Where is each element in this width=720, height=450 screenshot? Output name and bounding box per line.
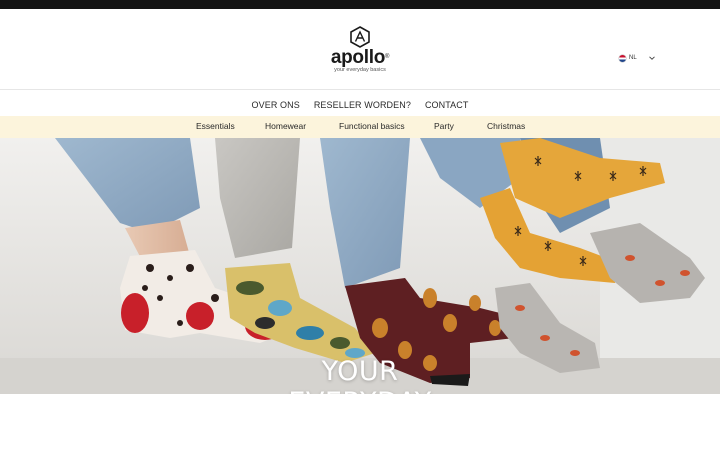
top-bar: [0, 0, 720, 9]
site-header: apollo® your everyday basics NL: [0, 9, 720, 90]
category-essentials[interactable]: Essentials: [196, 121, 235, 131]
category-navigation: Essentials Homewear Functional basics Pa…: [0, 116, 720, 138]
language-selector[interactable]: NL: [619, 52, 656, 64]
category-functional-basics[interactable]: Functional basics: [339, 121, 405, 131]
hero-title: YOUR EVERYDAY BASICS: [288, 356, 431, 394]
nav-over-ons[interactable]: OVER ONS: [252, 100, 300, 110]
hero-banner[interactable]: YOUR EVERYDAY BASICS: [0, 138, 720, 394]
main-navigation: OVER ONS RESELLER WORDEN? CONTACT: [0, 94, 720, 115]
nav-reseller-worden[interactable]: RESELLER WORDEN?: [314, 100, 411, 110]
brand-name: apollo®: [330, 47, 390, 68]
category-party[interactable]: Party: [434, 121, 454, 131]
netherlands-flag-icon: [619, 54, 626, 62]
nav-contact[interactable]: CONTACT: [425, 100, 469, 110]
category-homewear[interactable]: Homewear: [265, 121, 306, 131]
category-christmas[interactable]: Christmas: [487, 121, 525, 131]
language-code: NL: [629, 55, 637, 61]
chevron-down-icon: [648, 56, 655, 60]
brand-tagline: your everyday basics: [334, 67, 386, 73]
brand-logo[interactable]: apollo® your everyday basics: [324, 26, 396, 76]
apollo-logo-icon: [350, 26, 370, 48]
